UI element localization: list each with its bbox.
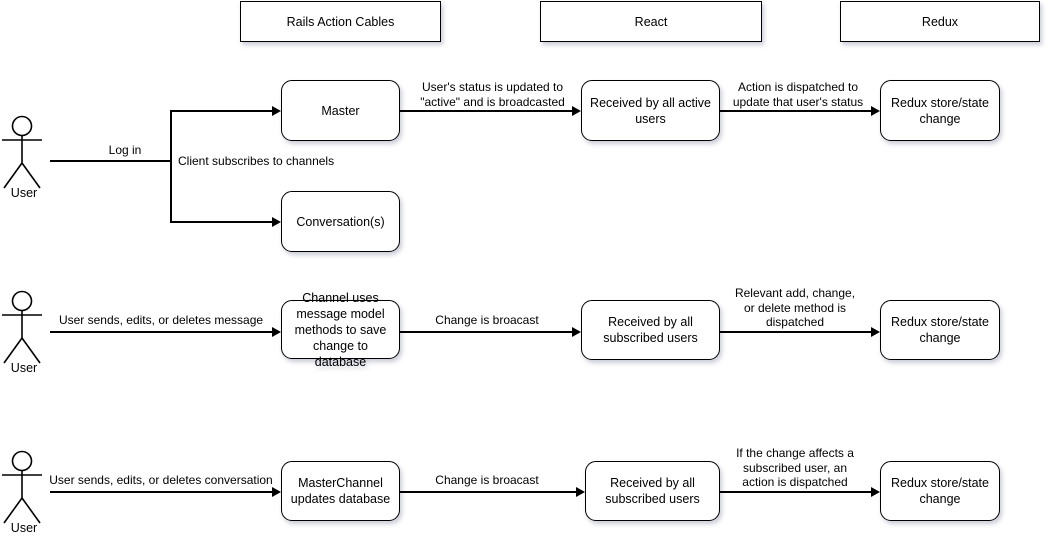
arrowhead-to-received-subs-3 (576, 487, 585, 497)
edge-to-conversations-line (170, 221, 273, 223)
node-label: Channel uses message model methods to sa… (294, 290, 387, 369)
edge-conditional-dispatch-line (720, 491, 872, 493)
node-label: Redux store/state change (891, 315, 989, 345)
edge-login-line (50, 160, 171, 162)
edge-label-broadcast-2: Change is broacast (435, 313, 539, 327)
node-label: Received by all active users (590, 95, 711, 126)
edge-label-action-dispatched: Action is dispatched to update that user… (732, 80, 864, 109)
edge-method-dispatched-line (720, 331, 872, 333)
edge-label-status-updated: User's status is updated to "active" and… (420, 80, 565, 109)
node-label: Received by all subscribed users (603, 315, 698, 345)
edge-to-master-line (170, 110, 273, 112)
edge-label-login: Log in (108, 143, 142, 157)
actor-user-row3: User (2, 450, 46, 537)
node-master: Master (281, 80, 400, 141)
arrowhead-to-channel-save (272, 327, 281, 337)
edge-label-conditional-dispatch: If the change affects a subscribed user,… (736, 446, 854, 489)
arrowhead-to-masterchannel (272, 487, 281, 497)
edge-user-message-line (50, 331, 273, 333)
column-header-label: React (634, 14, 668, 29)
node-redux-store-state-change-row1: Redux store/state change (880, 80, 1000, 141)
node-redux-store-state-change-row3: Redux store/state change (880, 461, 1000, 521)
edge-broadcast-2-line (400, 331, 573, 333)
arrowhead-to-master (272, 106, 281, 116)
actor-user-row1: User (2, 115, 46, 202)
actor-label: User (10, 361, 38, 375)
node-channel-uses-message-model: Channel uses message model methods to sa… (281, 291, 400, 369)
edge-user-conversation-line (50, 491, 273, 493)
column-header-redux: Redux (840, 1, 1040, 42)
node-label: Redux store/state change (891, 95, 989, 126)
diagram-canvas: Rails Action Cables React Redux User Log… (0, 0, 1052, 553)
edge-broadcast-3-line (400, 491, 577, 493)
node-received-by-all-subscribed-users-row2: Received by all subscribed users (581, 300, 720, 360)
node-label: Redux store/state change (891, 476, 989, 506)
node-label: MasterChannel updates database (290, 476, 391, 506)
node-label: Conversation(s) (296, 214, 385, 229)
actor-user-row2: User (2, 290, 46, 377)
actor-label: User (10, 521, 38, 535)
arrowhead-to-received-subs-2 (572, 327, 581, 337)
edge-status-updated-line (400, 110, 573, 112)
node-masterchannel-updates-database: MasterChannel updates database (281, 461, 400, 521)
column-header-react: React (540, 1, 762, 42)
node-conversations: Conversation(s) (281, 191, 400, 252)
actor-label: User (10, 186, 38, 200)
arrowhead-to-conversations (272, 217, 281, 227)
column-header-label: Redux (921, 14, 959, 29)
column-header-label: Rails Action Cables (286, 14, 395, 29)
node-redux-store-state-change-row2: Redux store/state change (880, 300, 1000, 360)
edge-label-user-conversation: User sends, edits, or deletes conversati… (49, 473, 273, 487)
edge-action-dispatched-line (720, 110, 872, 112)
node-label: Received by all subscribed users (605, 476, 700, 506)
column-header-rails-action-cables: Rails Action Cables (240, 1, 441, 42)
branch-vertical-line (170, 110, 172, 222)
edge-label-method-dispatched: Relevant add, change, or delete method i… (734, 286, 856, 329)
node-received-by-all-subscribed-users-row3: Received by all subscribed users (585, 461, 720, 521)
edge-label-broadcast-3: Change is broacast (435, 473, 539, 487)
node-label: Master (321, 103, 360, 118)
node-received-by-all-active-users: Received by all active users (581, 80, 720, 141)
edge-label-client-subscribes: Client subscribes to channels (178, 154, 335, 168)
edge-label-user-message: User sends, edits, or deletes message (58, 313, 264, 327)
